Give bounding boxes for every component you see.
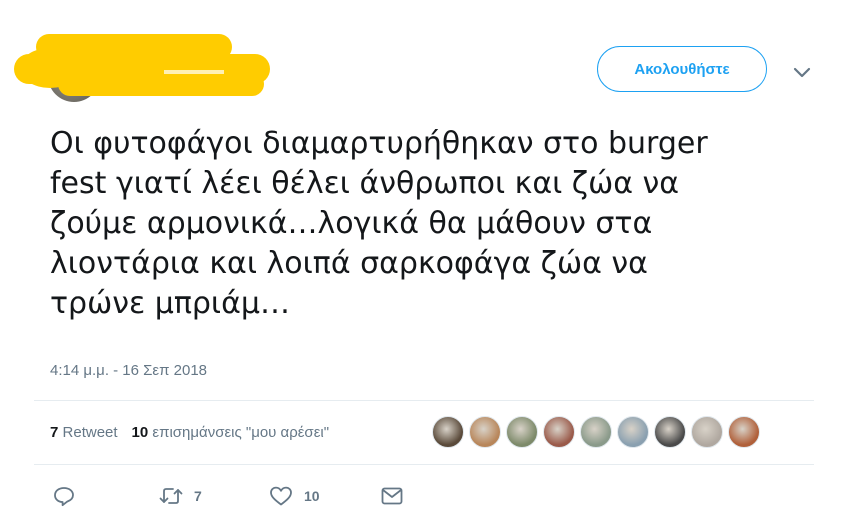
retweet-stat-label: Retweet bbox=[62, 424, 118, 441]
liker-avatar-6[interactable] bbox=[617, 416, 649, 448]
tweet-text: Οι φυτοφάγοι διαμαρτυρήθηκαν στο burger … bbox=[50, 126, 708, 321]
reply-button[interactable] bbox=[52, 484, 76, 508]
retweet-icon bbox=[159, 488, 183, 504]
retweet-count: 7 bbox=[194, 488, 202, 504]
tweet-stats: 7 Retweet 10 επισημάνσεις "μου αρέσει" bbox=[50, 424, 329, 441]
like-count: 10 bbox=[304, 488, 320, 504]
like-stat[interactable]: 10 επισημάνσεις "μου αρέσει" bbox=[132, 424, 330, 441]
liker-avatar-7[interactable] bbox=[654, 416, 686, 448]
divider bbox=[34, 400, 814, 401]
envelope-icon bbox=[381, 487, 403, 505]
liker-avatar-4[interactable] bbox=[543, 416, 575, 448]
liker-avatar-2[interactable] bbox=[469, 416, 501, 448]
retweet-stat[interactable]: 7 Retweet bbox=[50, 424, 118, 441]
reply-icon bbox=[54, 487, 74, 507]
chevron-down-icon[interactable] bbox=[792, 62, 812, 82]
like-stat-label: επισημάνσεις "μου αρέσει" bbox=[152, 424, 330, 441]
liker-avatar-3[interactable] bbox=[506, 416, 538, 448]
tweet-timestamp[interactable]: 4:14 μ.μ. - 16 Σεπ 2018 bbox=[50, 362, 207, 379]
like-stat-count: 10 bbox=[131, 424, 149, 441]
liker-avatar-9[interactable] bbox=[728, 416, 760, 448]
name-redaction-scribble bbox=[14, 34, 270, 96]
like-button[interactable]: 10 bbox=[268, 484, 320, 508]
direct-message-button[interactable] bbox=[380, 484, 404, 508]
liker-avatar-8[interactable] bbox=[691, 416, 723, 448]
retweet-stat-count: 7 bbox=[50, 424, 59, 441]
liker-avatar-1[interactable] bbox=[432, 416, 464, 448]
divider bbox=[34, 464, 814, 465]
liker-avatar-5[interactable] bbox=[580, 416, 612, 448]
follow-button[interactable]: Ακολουθήστε bbox=[597, 46, 767, 92]
liker-avatars bbox=[432, 416, 765, 448]
heart-icon bbox=[270, 486, 292, 506]
retweet-button[interactable]: 7 bbox=[158, 484, 202, 508]
